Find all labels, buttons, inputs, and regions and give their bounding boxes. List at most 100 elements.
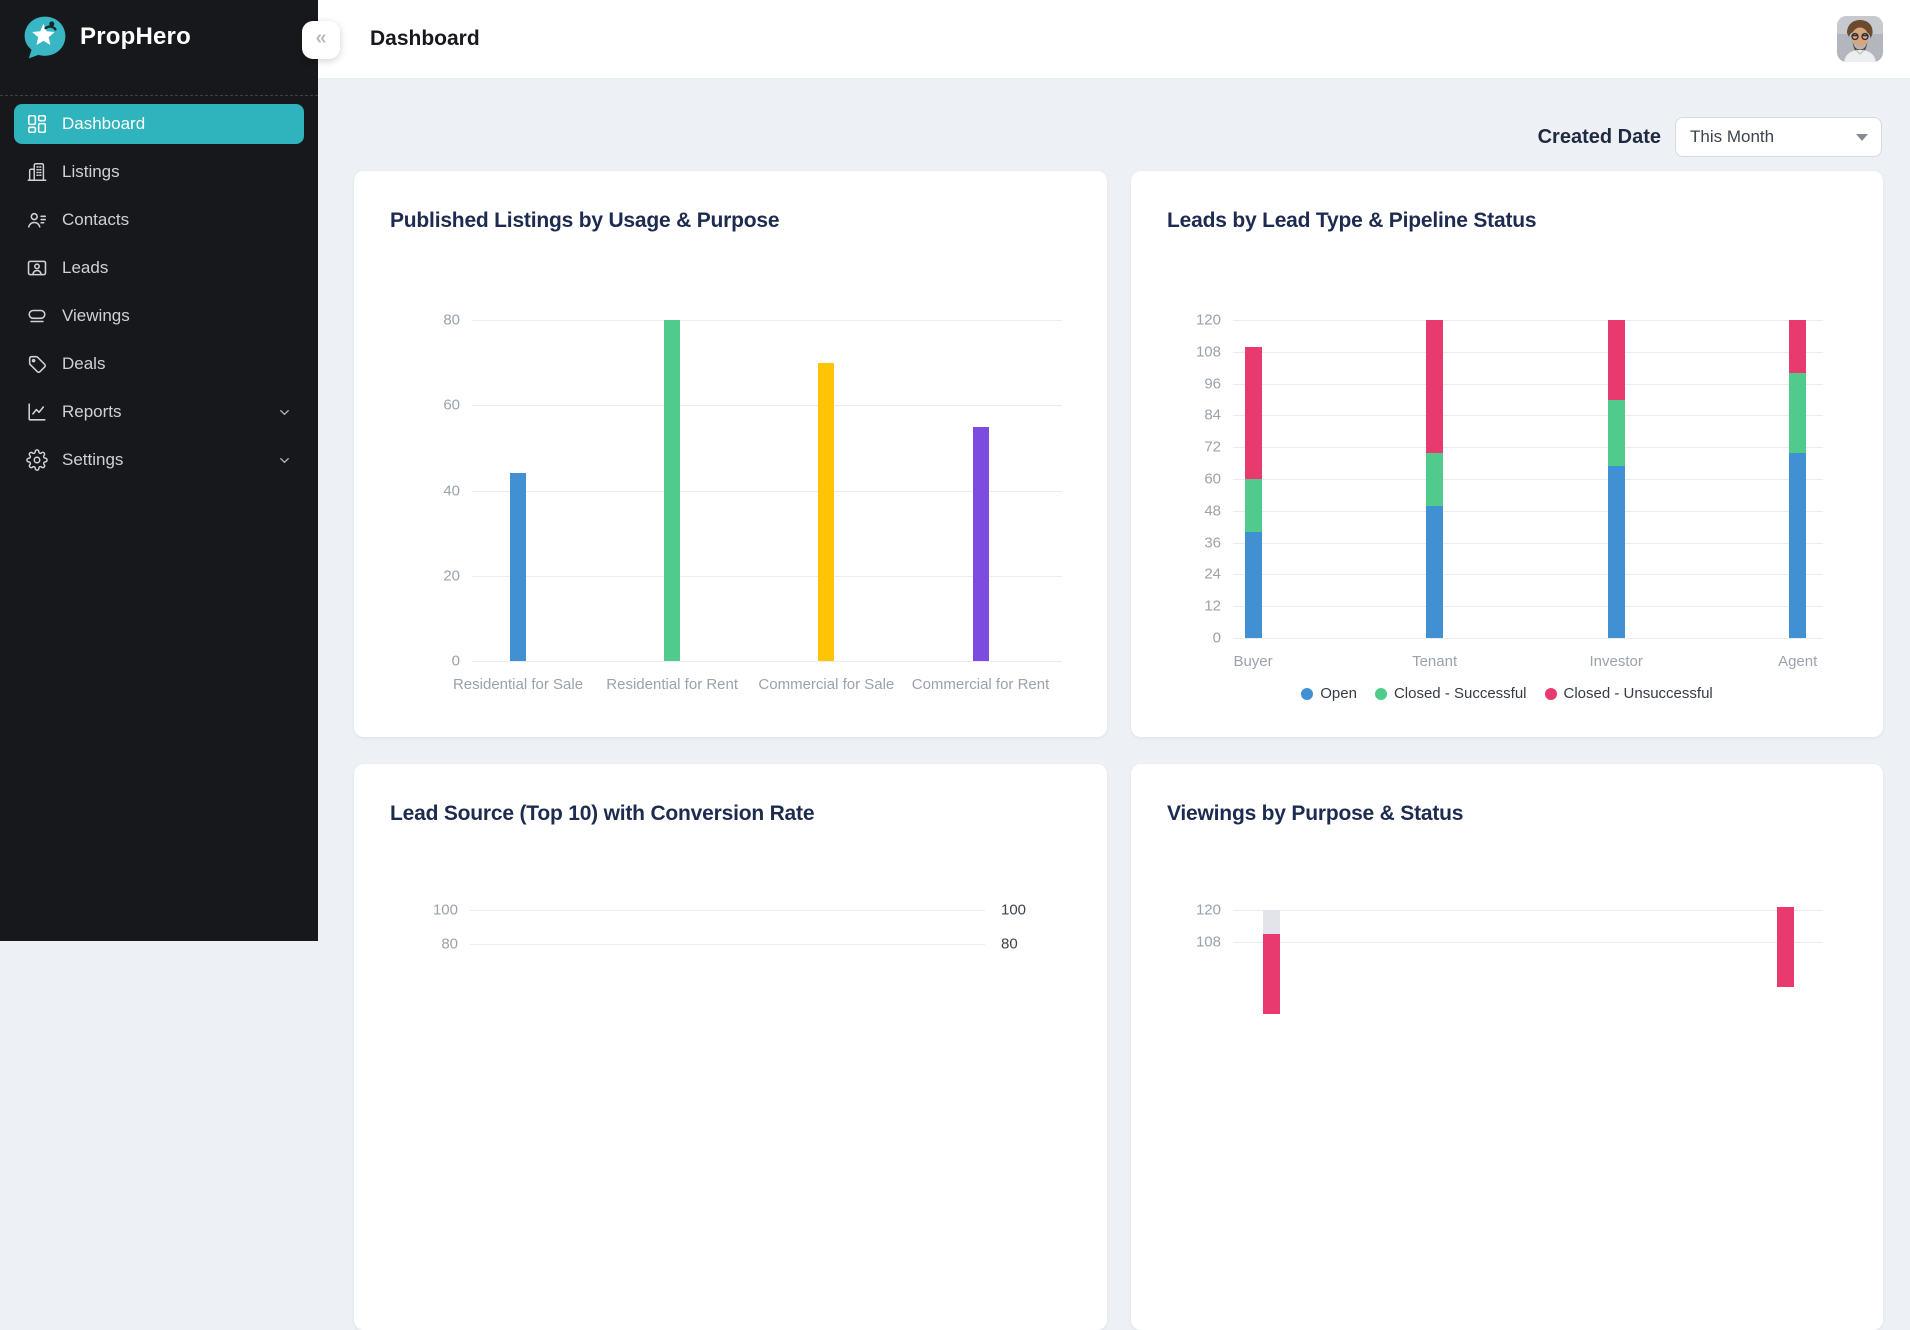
bar-segment[interactable]	[1263, 910, 1280, 934]
gridline	[1233, 479, 1823, 480]
chart-lead-source-plot: 1001008080	[470, 910, 985, 1070]
settings-icon	[26, 449, 48, 471]
legend-label: Closed - Successful	[1394, 685, 1527, 702]
bar-segment-buyer[interactable]	[1245, 479, 1262, 532]
legend-dot	[1375, 688, 1387, 700]
bar-segment-investor[interactable]	[1608, 400, 1625, 466]
legend-dot	[1545, 688, 1557, 700]
y-axis-label: 108	[1173, 343, 1221, 360]
chart-title: Published Listings by Usage & Purpose	[390, 209, 779, 233]
gridline	[1233, 638, 1823, 639]
chart-leads-pipeline-plot: 01224364860728496108120BuyerTenantInvest…	[1233, 320, 1823, 638]
bar-segment-tenant[interactable]	[1426, 453, 1443, 506]
avatar-photo	[1837, 16, 1883, 62]
sidebar-item-label: Listings	[62, 162, 120, 182]
sidebar-item-label: Viewings	[62, 306, 130, 326]
gridline	[1233, 320, 1823, 321]
legend-item[interactable]: Closed - Unsuccessful	[1545, 685, 1713, 702]
bar-segment-tenant[interactable]	[1426, 506, 1443, 639]
sidebar-item-reports[interactable]: Reports	[14, 392, 304, 432]
created-date-label: Created Date	[1538, 126, 1661, 149]
viewings-icon	[26, 305, 48, 327]
y-axis-label: 72	[1173, 439, 1221, 456]
sidebar-item-listings[interactable]: Listings	[14, 152, 304, 192]
dashboard-icon	[26, 113, 48, 135]
sidebar-item-settings[interactable]: Settings	[14, 440, 304, 480]
y-axis-label: 40	[412, 482, 460, 499]
gridline	[1233, 511, 1823, 512]
bar-segment-agent[interactable]	[1789, 373, 1806, 453]
y-axis-label: 84	[1173, 407, 1221, 424]
y-axis-label: 100	[410, 902, 458, 919]
sidebar-item-deals[interactable]: Deals	[14, 344, 304, 384]
sidebar-item-label: Settings	[62, 450, 123, 470]
y-axis-label: 120	[1173, 312, 1221, 329]
card-viewings: Viewings by Purpose & Status 120108	[1131, 764, 1883, 1330]
legend-item[interactable]: Open	[1301, 685, 1357, 702]
y-axis-label: 24	[1173, 566, 1221, 583]
gridline	[1233, 543, 1823, 544]
sidebar-item-label: Deals	[62, 354, 105, 374]
sidebar-item-contacts[interactable]: Contacts	[14, 200, 304, 240]
sidebar-item-viewings[interactable]: Viewings	[14, 296, 304, 336]
y-axis-label: 80	[412, 312, 460, 329]
chart-published-listings-plot: 020406080Residential for SaleResidential…	[472, 320, 1062, 661]
gridline	[1233, 574, 1823, 575]
gridline	[1233, 415, 1823, 416]
bar-segment-residential-for-sale[interactable]	[510, 473, 526, 661]
x-axis-label: Residential for Rent	[606, 676, 738, 693]
gridline	[472, 405, 1062, 406]
bar-segment[interactable]	[1777, 907, 1794, 987]
prophero-logo-icon	[22, 14, 68, 60]
sidebar: PropHero Dashboard Listings	[0, 0, 318, 941]
gridline	[1233, 606, 1823, 607]
y-axis-label-right: 100	[1001, 902, 1026, 919]
gridline	[1233, 384, 1823, 385]
gridline	[1233, 352, 1823, 353]
gridline	[1233, 910, 1823, 911]
chevron-down-icon	[277, 453, 292, 468]
y-axis-label: 60	[1173, 471, 1221, 488]
legend-item[interactable]: Closed - Successful	[1375, 685, 1527, 702]
bar-segment[interactable]	[1263, 934, 1280, 1014]
deals-icon	[26, 353, 48, 375]
leads-icon	[26, 257, 48, 279]
bar-segment-buyer[interactable]	[1245, 532, 1262, 638]
y-axis-label: 60	[412, 397, 460, 414]
bar-segment-residential-for-rent[interactable]	[664, 320, 680, 661]
card-lead-source: Lead Source (Top 10) with Conversion Rat…	[354, 764, 1107, 1330]
y-axis-label: 20	[412, 567, 460, 584]
bar-segment-commercial-for-rent[interactable]	[973, 427, 989, 661]
gridline	[1233, 942, 1823, 943]
contacts-icon	[26, 209, 48, 231]
sidebar-item-leads[interactable]: Leads	[14, 248, 304, 288]
created-date-select[interactable]: This Month	[1675, 117, 1882, 157]
y-axis-label: 80	[410, 936, 458, 953]
sidebar-collapse-button[interactable]: «	[302, 21, 340, 59]
bar-segment-agent[interactable]	[1789, 453, 1806, 639]
avatar[interactable]	[1837, 16, 1883, 62]
bar-segment-investor[interactable]	[1608, 320, 1625, 400]
sidebar-item-label: Reports	[62, 402, 122, 422]
y-axis-label: 108	[1173, 934, 1221, 951]
bar-segment-commercial-for-sale[interactable]	[818, 363, 834, 661]
y-axis-label: 12	[1173, 598, 1221, 615]
y-axis-label: 120	[1173, 902, 1221, 919]
gridline	[470, 910, 985, 911]
sidebar-item-dashboard[interactable]: Dashboard	[14, 104, 304, 144]
chart-viewings-plot: 120108	[1233, 910, 1823, 1070]
caret-down-icon	[1856, 134, 1868, 141]
reports-icon	[26, 401, 48, 423]
legend-label: Closed - Unsuccessful	[1564, 685, 1713, 702]
bar-segment-agent[interactable]	[1789, 320, 1806, 373]
y-axis-label: 36	[1173, 534, 1221, 551]
brand-logo[interactable]: PropHero	[22, 14, 191, 60]
bar-segment-investor[interactable]	[1608, 466, 1625, 638]
bar-segment-tenant[interactable]	[1426, 320, 1443, 453]
created-date-select-value: This Month	[1690, 127, 1774, 147]
bar-segment-buyer[interactable]	[1245, 347, 1262, 480]
y-axis-label: 96	[1173, 375, 1221, 392]
filter-row: Created Date This Month	[1538, 117, 1882, 157]
sidebar-item-label: Dashboard	[62, 114, 145, 134]
x-axis-label: Commercial for Rent	[912, 676, 1050, 693]
